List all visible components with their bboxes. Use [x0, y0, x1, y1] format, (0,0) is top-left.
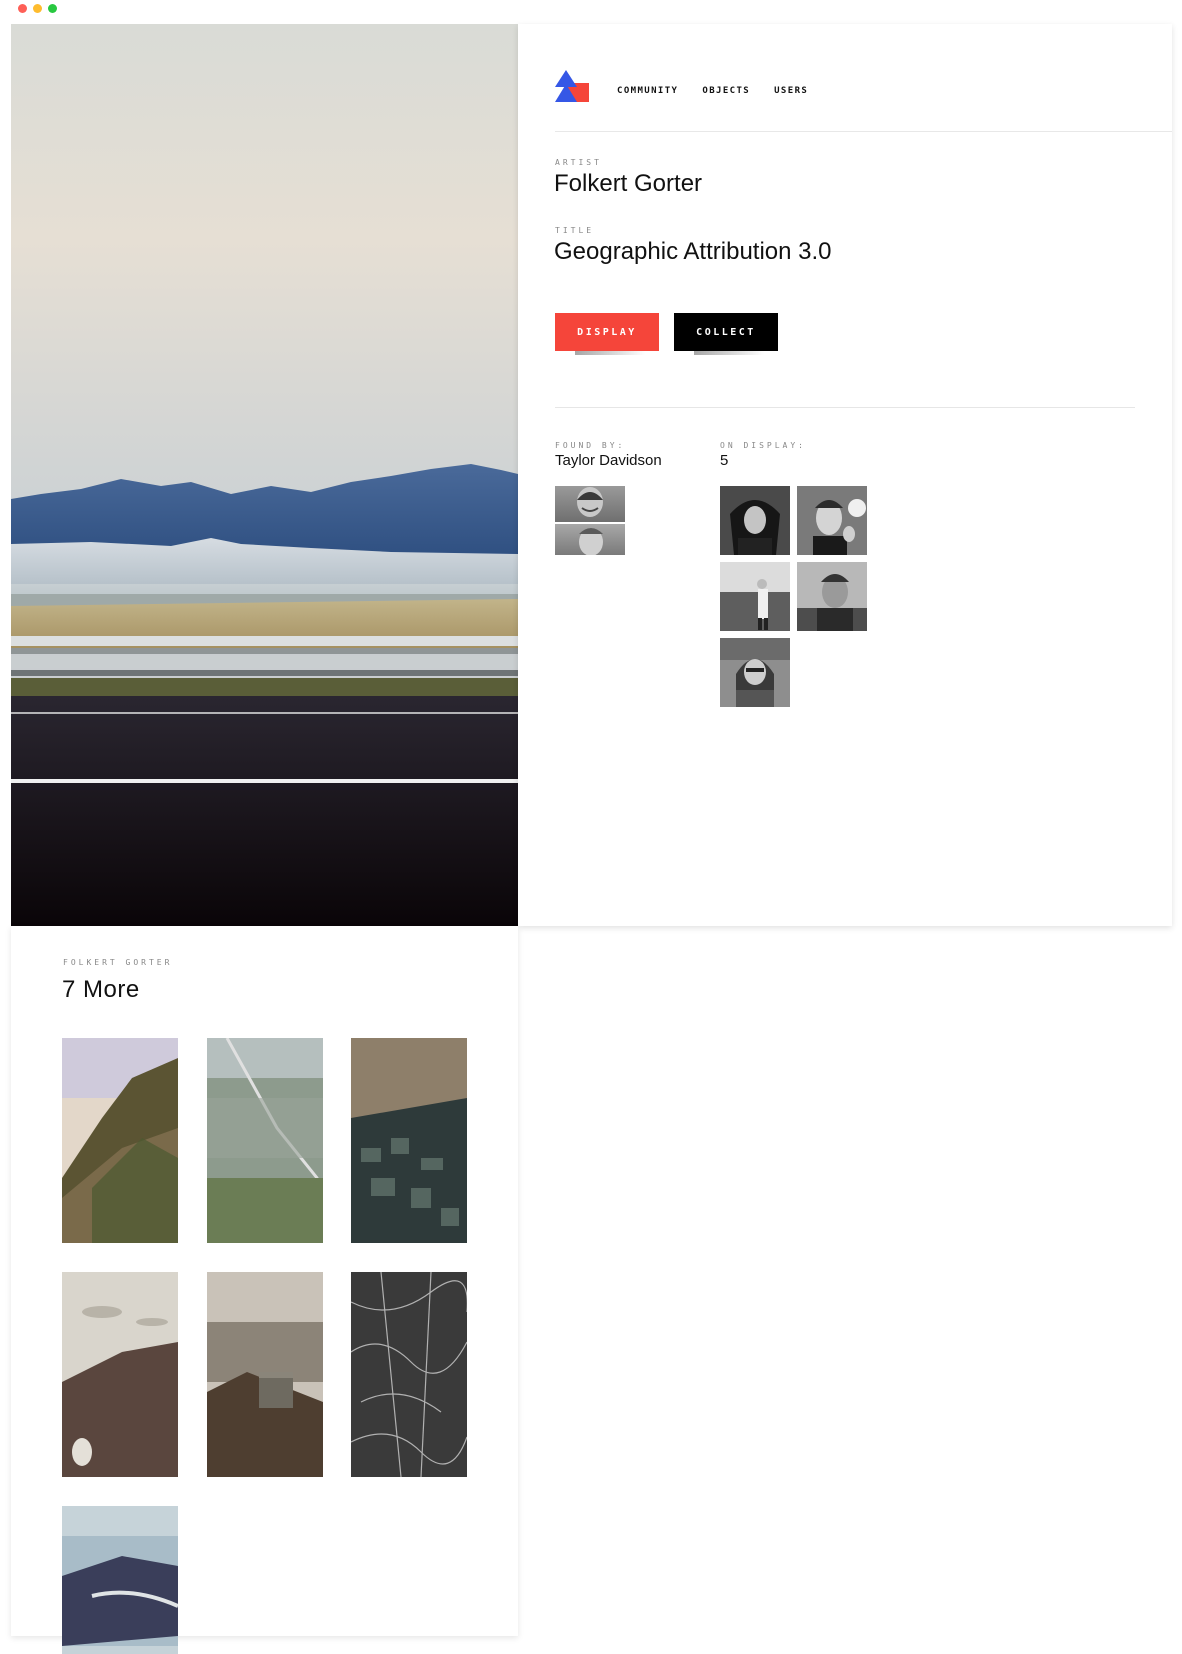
top-navigation: COMMUNITY OBJECTS USERS — [555, 46, 1172, 132]
artist-label: ARTIST — [555, 158, 602, 167]
minimize-window-button[interactable] — [33, 4, 42, 13]
found-by-label: FOUND BY: — [555, 441, 626, 450]
more-works-panel: FOLKERT GORTER 7 More — [11, 926, 518, 1654]
nav-item-objects[interactable]: OBJECTS — [702, 86, 750, 96]
avatar[interactable] — [720, 486, 790, 555]
close-window-button[interactable] — [18, 4, 27, 13]
artwork-image[interactable] — [11, 24, 518, 926]
window-controls — [18, 4, 57, 13]
collect-button[interactable]: COLLECT — [674, 313, 778, 351]
more-works-label: FOLKERT GORTER — [63, 958, 173, 967]
section-divider — [555, 407, 1135, 408]
nav-menu: COMMUNITY OBJECTS USERS — [617, 86, 808, 96]
artwork-thumbnail[interactable] — [207, 1038, 323, 1243]
maximize-window-button[interactable] — [48, 4, 57, 13]
avatar[interactable] — [720, 638, 790, 707]
landscape-photo — [11, 24, 518, 926]
avatar[interactable] — [720, 562, 790, 631]
artwork-thumbnail[interactable] — [62, 1272, 178, 1477]
avatar[interactable] — [555, 486, 625, 522]
artwork-detail-panel: COMMUNITY OBJECTS USERS ARTIST Folkert G… — [518, 24, 1172, 926]
title-label: TITLE — [555, 226, 595, 235]
artwork-thumbnail[interactable] — [351, 1038, 467, 1243]
on-display-label: ON DISPLAY: — [720, 441, 806, 450]
artwork-thumbnail[interactable] — [62, 1038, 178, 1243]
more-works-title: 7 More — [62, 976, 140, 1003]
nav-item-community[interactable]: COMMUNITY — [617, 86, 678, 96]
logo-icon[interactable] — [555, 70, 589, 102]
avatar[interactable] — [555, 524, 625, 555]
artist-name[interactable]: Folkert Gorter — [554, 170, 702, 198]
artwork-thumbnail[interactable] — [351, 1272, 467, 1477]
nav-item-users[interactable]: USERS — [774, 86, 808, 96]
avatar[interactable] — [797, 486, 867, 555]
display-button[interactable]: DISPLAY — [555, 313, 659, 351]
found-by-name[interactable]: Taylor Davidson — [555, 452, 662, 469]
artwork-thumbnail[interactable] — [62, 1506, 178, 1654]
avatar[interactable] — [797, 562, 867, 631]
artwork-thumbnail[interactable] — [207, 1272, 323, 1477]
artwork-title: Geographic Attribution 3.0 — [554, 238, 832, 265]
on-display-count: 5 — [720, 452, 729, 469]
